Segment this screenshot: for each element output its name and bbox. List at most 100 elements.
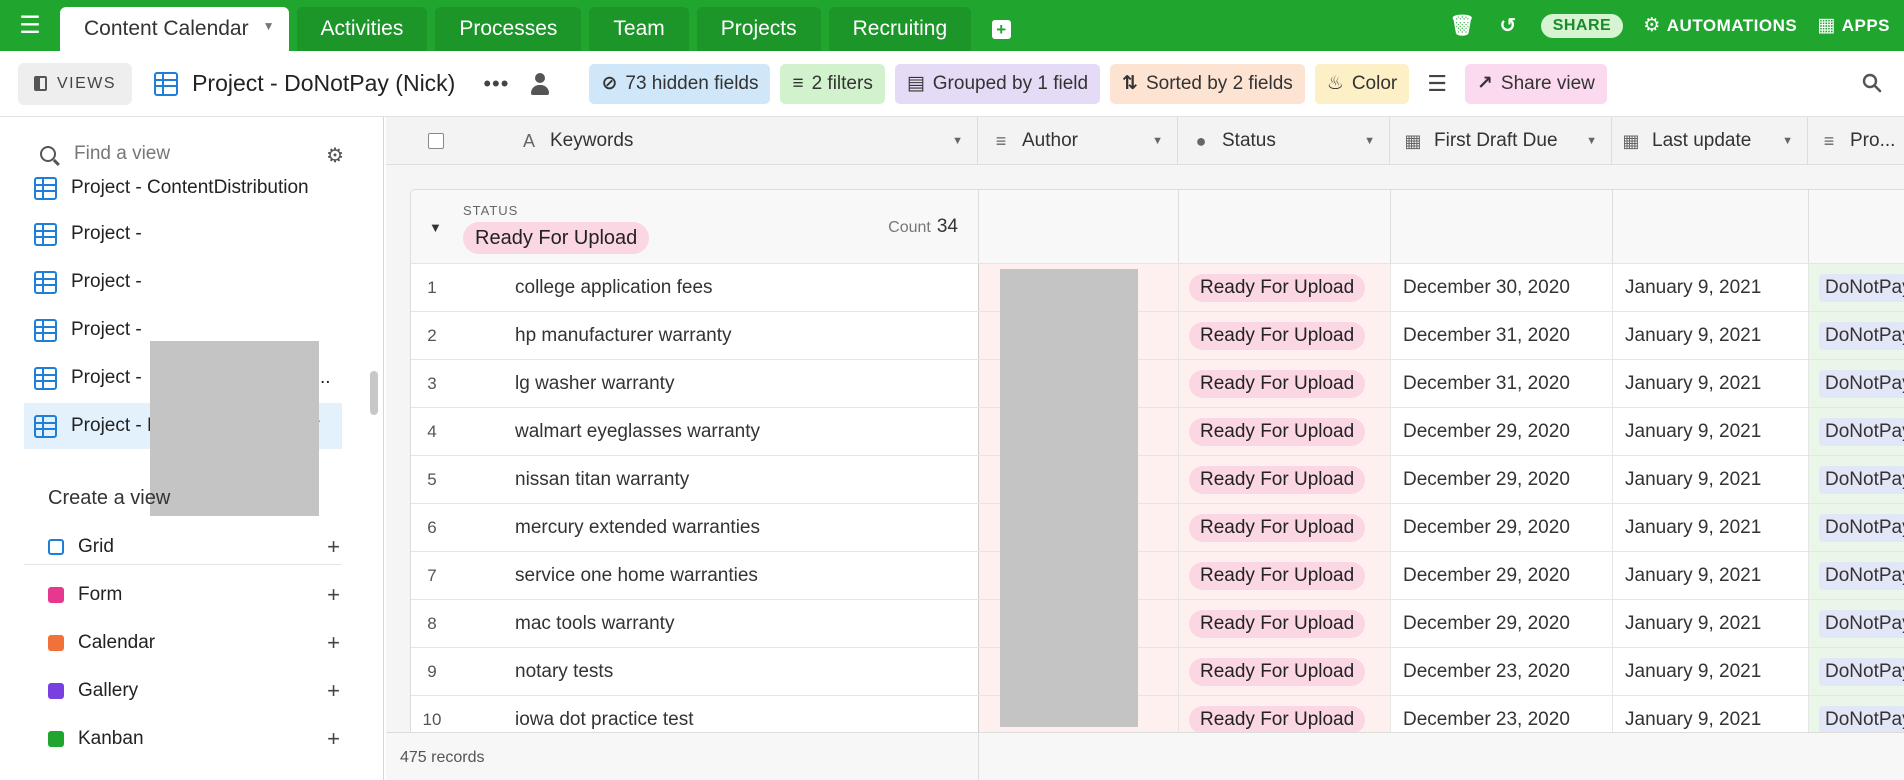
cell-first-draft-due[interactable]: December 31, 2020 <box>1391 360 1613 408</box>
group-button[interactable]: ▤ Grouped by 1 field <box>894 63 1101 104</box>
find-view-input[interactable]: Find a view ⚙ <box>24 137 344 171</box>
menu-icon[interactable]: ☰ <box>0 0 60 51</box>
cell-first-draft-due[interactable]: December 29, 2020 <box>1391 456 1613 504</box>
sidebar-scrollbar[interactable] <box>370 371 378 415</box>
cell-last-update[interactable]: January 9, 2021 <box>1613 504 1809 552</box>
cell-status[interactable]: Ready For Upload <box>1179 408 1391 456</box>
cell-status[interactable]: Ready For Upload <box>1179 600 1391 648</box>
share-view-button[interactable]: ↗ Share view <box>1464 63 1607 104</box>
search-icon[interactable] <box>1862 73 1882 93</box>
table-row[interactable]: 4 walmart eyeglasses warranty Ready For Up… <box>410 407 1904 456</box>
cell-status[interactable]: Ready For Upload <box>1179 648 1391 696</box>
cell-project[interactable]: DoNotPay <box>1809 312 1904 360</box>
cell-first-draft-due[interactable]: December 30, 2020 <box>1391 264 1613 312</box>
cell-keyword[interactable]: service one home warranties <box>503 552 979 600</box>
cell-status[interactable]: Ready For Upload <box>1179 552 1391 600</box>
cell-keyword[interactable]: mac tools warranty <box>503 600 979 648</box>
cell-last-update[interactable]: January 9, 2021 <box>1613 552 1809 600</box>
create-gallery-view-button[interactable]: Gallery + <box>48 671 340 711</box>
cell-keyword[interactable]: lg washer warranty <box>503 360 979 408</box>
cell-project[interactable]: DoNotPay <box>1809 504 1904 552</box>
collapse-group-icon[interactable]: ▼ <box>429 220 442 235</box>
select-all-checkbox[interactable] <box>428 133 444 149</box>
column-header-author[interactable]: ≡ Author ▼ <box>978 117 1178 165</box>
tab-team[interactable]: Team <box>589 7 689 51</box>
cell-project[interactable]: DoNotPay <box>1809 264 1904 312</box>
cell-status[interactable]: Ready For Upload <box>1179 312 1391 360</box>
cell-project[interactable]: DoNotPay <box>1809 408 1904 456</box>
table-row[interactable]: 2 hp manufacturer warranty Ready For Uploa… <box>410 311 1904 360</box>
cell-first-draft-due[interactable]: December 29, 2020 <box>1391 504 1613 552</box>
table-row[interactable]: 9 notary tests Ready For Upload December 23… <box>410 647 1904 696</box>
cell-status[interactable]: Ready For Upload <box>1179 504 1391 552</box>
cell-keyword[interactable]: hp manufacturer warranty <box>503 312 979 360</box>
table-row[interactable]: 5 nissan titan warranty Ready For Upload De… <box>410 455 1904 504</box>
filters-button[interactable]: ≡ 2 filters <box>780 63 885 104</box>
cell-last-update[interactable]: January 9, 2021 <box>1613 312 1809 360</box>
tab-activities[interactable]: Activities <box>296 7 428 51</box>
views-button[interactable]: VIEWS <box>18 62 133 105</box>
sort-button[interactable]: ⇅ Sorted by 2 fields <box>1110 63 1305 104</box>
apps-button[interactable]: ▦ APPS <box>1817 14 1890 37</box>
cell-keyword[interactable]: mercury extended warranties <box>503 504 979 552</box>
gear-icon[interactable]: ⚙ <box>326 143 344 168</box>
cell-last-update[interactable]: January 9, 2021 <box>1613 264 1809 312</box>
cell-keyword[interactable]: notary tests <box>503 648 979 696</box>
column-header-first-draft-due[interactable]: ▦ First Draft Due ▼ <box>1390 117 1612 165</box>
automations-button[interactable]: ⚙ AUTOMATIONS <box>1643 14 1797 37</box>
chevron-down-icon[interactable]: ▼ <box>1364 135 1375 147</box>
table-row[interactable]: 6 mercury extended warranties Ready For Up… <box>410 503 1904 552</box>
cell-project[interactable]: DoNotPay <box>1809 552 1904 600</box>
cell-project[interactable]: DoNotPay <box>1809 648 1904 696</box>
sidebar-item-view[interactable]: Project - ContentDistribution <box>24 177 342 211</box>
table-row[interactable]: 1 college application fees Ready For Uploa… <box>410 263 1904 312</box>
cell-last-update[interactable]: January 9, 2021 <box>1613 456 1809 504</box>
cell-first-draft-due[interactable]: December 31, 2020 <box>1391 312 1613 360</box>
create-grid-view-button[interactable]: Grid + <box>48 527 340 567</box>
trash-icon[interactable]: 🗑 <box>1450 13 1476 38</box>
chevron-down-icon[interactable]: ▼ <box>1586 135 1597 147</box>
column-header-status[interactable]: ● Status ▼ <box>1178 117 1390 165</box>
cell-status[interactable]: Ready For Upload <box>1179 264 1391 312</box>
sidebar-item-view[interactable]: Project - <box>24 259 342 305</box>
color-button[interactable]: ♨ Color <box>1314 63 1410 104</box>
cell-keyword[interactable]: college application fees <box>503 264 979 312</box>
tab-processes[interactable]: Processes <box>435 7 582 51</box>
chevron-down-icon[interactable]: ▼ <box>263 19 275 33</box>
column-header-project[interactable]: ≡ Pro... <box>1808 117 1904 165</box>
chevron-down-icon[interactable]: ▼ <box>1152 135 1163 147</box>
table-row[interactable]: 3 lg washer warranty Ready For Upload Decem… <box>410 359 1904 408</box>
share-button[interactable]: SHARE <box>1540 13 1624 38</box>
column-header-last-update[interactable]: ▦ Last update ▼ <box>1612 117 1808 165</box>
cell-first-draft-due[interactable]: December 29, 2020 <box>1391 600 1613 648</box>
cell-first-draft-due[interactable]: December 29, 2020 <box>1391 408 1613 456</box>
history-icon[interactable]: ↺ <box>1499 13 1516 38</box>
cell-status[interactable]: Ready For Upload <box>1179 456 1391 504</box>
cell-project[interactable]: DoNotPay <box>1809 456 1904 504</box>
cell-keyword[interactable]: nissan titan warranty <box>503 456 979 504</box>
chevron-down-icon[interactable]: ▼ <box>952 135 963 147</box>
cell-first-draft-due[interactable]: December 23, 2020 <box>1391 648 1613 696</box>
row-height-icon[interactable]: ☰ <box>1427 71 1447 97</box>
column-header-keywords[interactable]: A Keywords ▼ <box>386 117 978 165</box>
sidebar-item-view[interactable]: Project - <box>24 211 342 257</box>
hidden-fields-button[interactable]: ⊘ 73 hidden fields <box>589 63 771 104</box>
chevron-down-icon[interactable]: ▼ <box>1782 135 1793 147</box>
table-row[interactable]: 7 service one home warranties Ready For Up… <box>410 551 1904 600</box>
cell-status[interactable]: Ready For Upload <box>1179 360 1391 408</box>
cell-last-update[interactable]: January 9, 2021 <box>1613 600 1809 648</box>
add-tab-button[interactable]: + <box>979 7 1023 51</box>
tab-recruiting[interactable]: Recruiting <box>828 7 972 51</box>
create-calendar-view-button[interactable]: Calendar + <box>48 623 340 663</box>
cell-last-update[interactable]: January 9, 2021 <box>1613 408 1809 456</box>
table-row[interactable]: 8 mac tools warranty Ready For Upload Decem… <box>410 599 1904 648</box>
person-icon[interactable] <box>531 72 550 95</box>
create-form-view-button[interactable]: Form + <box>48 575 340 615</box>
more-options-icon[interactable]: ••• <box>483 71 509 97</box>
cell-last-update[interactable]: January 9, 2021 <box>1613 360 1809 408</box>
cell-last-update[interactable]: January 9, 2021 <box>1613 648 1809 696</box>
view-title[interactable]: Project - DoNotPay (Nick) <box>154 70 455 97</box>
tab-content-calendar[interactable]: Content Calendar ▼ <box>60 7 289 51</box>
cell-keyword[interactable]: walmart eyeglasses warranty <box>503 408 979 456</box>
tab-projects[interactable]: Projects <box>696 7 821 51</box>
